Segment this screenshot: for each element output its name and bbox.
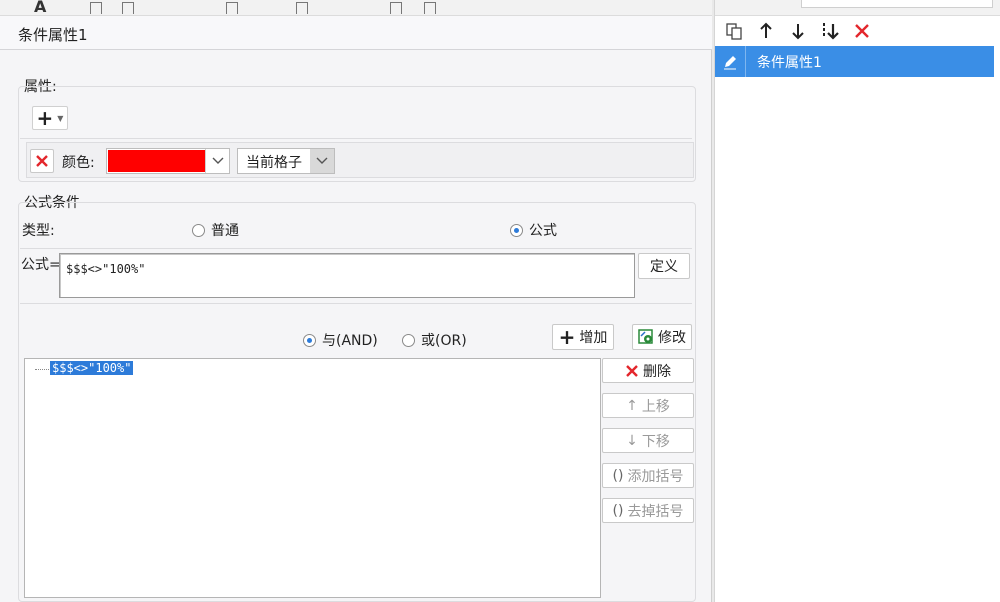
condition-list-item-label: 条件属性1 <box>757 55 822 71</box>
tree-item[interactable]: $$$<>"100%" <box>50 361 134 375</box>
divider <box>20 303 692 304</box>
type-normal-radio[interactable]: 普通 <box>192 220 239 240</box>
divider <box>20 248 692 249</box>
add-parentheses-button[interactable]: () 添加括号 <box>602 463 694 488</box>
arrow-down-icon[interactable] <box>787 21 809 41</box>
move-up-button[interactable]: ↑ 上移 <box>602 393 694 418</box>
close-icon <box>36 155 48 167</box>
pencil-icon <box>715 46 746 77</box>
panel-toolbar <box>715 16 1000 46</box>
formula-input[interactable]: $$$<>"100%" <box>59 253 635 298</box>
remove-parentheses-icon: () <box>612 502 624 519</box>
copy-icon[interactable] <box>723 21 745 41</box>
chevron-down-icon[interactable] <box>205 149 229 173</box>
type-label: 类型: <box>22 223 55 239</box>
move-down-button[interactable]: ↓ 下移 <box>602 428 694 453</box>
delete-icon <box>626 364 638 377</box>
color-picker[interactable] <box>106 148 230 174</box>
divider <box>20 138 692 139</box>
chevron-down-icon: ▼ <box>57 113 64 123</box>
panel-header <box>715 0 1000 16</box>
scope-select[interactable]: 当前格子 <box>237 148 335 174</box>
tree-connector <box>35 369 49 370</box>
toolbar-icon <box>226 2 238 14</box>
arrow-down-icon: ↓ <box>626 432 638 449</box>
condition-list-item[interactable]: 条件属性1 <box>715 46 994 77</box>
dialog-title-bar: 条件属性1 <box>0 16 712 50</box>
panel-header-field <box>801 0 993 8</box>
logic-or-radio[interactable]: 或(OR) <box>402 330 467 350</box>
chevron-down-icon[interactable] <box>310 149 334 173</box>
toolbar-icon <box>424 2 436 14</box>
delete-icon[interactable] <box>851 21 873 41</box>
toolbar-icon <box>90 2 102 14</box>
toolbar-icon <box>122 2 134 14</box>
arrow-up-icon: ↑ <box>626 397 638 414</box>
add-attribute-button[interactable]: + ▼ <box>32 106 68 130</box>
background-toolbar: A <box>0 0 712 16</box>
condition-dialog: 条件属性1 属性: + ▼ 颜色: 当前格子 公式条件 类型: 普通 公式 公式… <box>0 16 712 602</box>
remove-parentheses-button[interactable]: () 去掉括号 <box>602 498 694 523</box>
toolbar-icon <box>390 2 402 14</box>
edit-gear-icon <box>638 329 653 344</box>
move-bottom-icon[interactable] <box>819 21 841 41</box>
arrow-up-icon[interactable] <box>755 21 777 41</box>
formula-label: 公式= <box>21 257 61 273</box>
parentheses-icon: () <box>612 467 624 484</box>
modify-condition-button[interactable]: 修改 <box>632 324 692 350</box>
type-formula-radio[interactable]: 公式 <box>510 220 557 240</box>
plus-icon: + <box>558 325 576 349</box>
remove-attribute-button[interactable] <box>30 149 54 173</box>
toolbar-icon <box>296 2 308 14</box>
dialog-title: 条件属性1 <box>18 26 88 44</box>
define-button[interactable]: 定义 <box>638 253 690 279</box>
logic-and-radio[interactable]: 与(AND) <box>303 330 378 350</box>
condition-list-panel: 条件属性1 <box>714 0 1000 602</box>
font-icon: A <box>34 0 47 16</box>
add-condition-button[interactable]: + 增加 <box>552 324 614 350</box>
color-swatch <box>108 150 206 172</box>
delete-condition-button[interactable]: 删除 <box>602 358 694 383</box>
color-label: 颜色: <box>62 155 95 171</box>
condition-tree[interactable]: $$$<>"100%" <box>24 358 601 598</box>
